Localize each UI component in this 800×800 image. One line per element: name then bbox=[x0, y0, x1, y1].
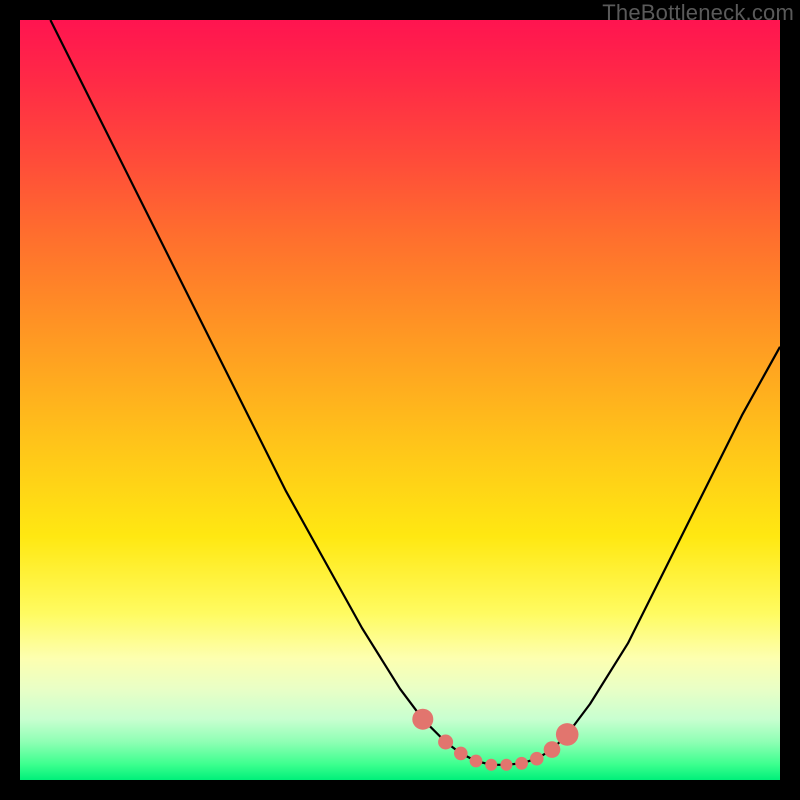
chart-container: TheBottleneck.com bbox=[0, 0, 800, 800]
plot-area bbox=[20, 20, 780, 780]
heatmap-gradient bbox=[20, 20, 780, 780]
